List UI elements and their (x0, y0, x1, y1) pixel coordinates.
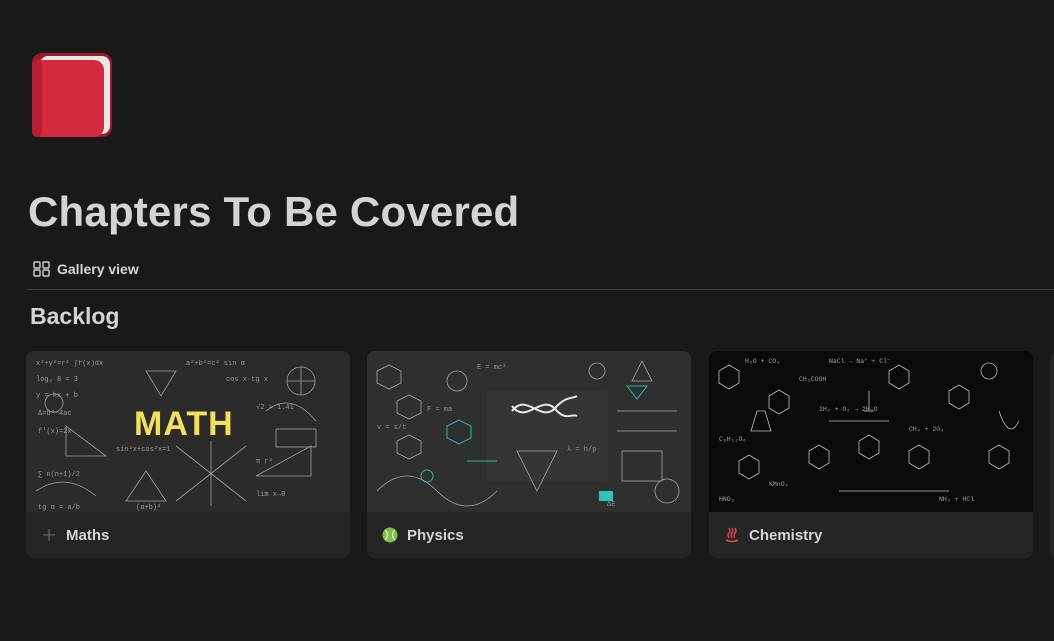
svg-text:F = ma: F = ma (427, 406, 452, 414)
svg-text:∑ n(n+1)/2: ∑ n(n+1)/2 (38, 471, 80, 479)
view-tab-label: Gallery view (57, 261, 139, 277)
svg-text:sin²x+cos²x=1: sin²x+cos²x=1 (116, 446, 171, 454)
svg-text:CH₃COOH: CH₃COOH (799, 376, 826, 383)
card-title: Maths (66, 526, 110, 544)
plus-icon (40, 526, 58, 544)
gallery-cards: x²+y²=r² ∫f(x)dx a²+b²=c² sin α log₂ 8 =… (26, 351, 1054, 558)
svg-text:cos x·tg x: cos x·tg x (226, 376, 268, 384)
svg-text:π r²: π r² (256, 458, 273, 466)
gallery-view-tab[interactable]: Gallery view (33, 258, 139, 280)
page-title: Chapters To Be Covered (28, 188, 520, 235)
next-card-edge[interactable] (1050, 351, 1054, 558)
red-book-icon[interactable] (30, 51, 114, 139)
svg-text:(a+b)²: (a+b)² (136, 504, 161, 512)
card-title: Physics (407, 526, 464, 544)
card-maths[interactable]: x²+y²=r² ∫f(x)dx a²+b²=c² sin α log₂ 8 =… (26, 351, 350, 558)
math-cover-text: MATH (134, 405, 234, 443)
svg-text:C₆H₁₂O₆: C₆H₁₂O₆ (719, 436, 746, 443)
svg-text:λ = h/p: λ = h/p (567, 446, 596, 454)
svg-text:NaCl → Na⁺ + Cl⁻: NaCl → Na⁺ + Cl⁻ (829, 358, 891, 365)
svg-text:HNO₃: HNO₃ (719, 496, 735, 503)
svg-text:ΔE: ΔE (607, 501, 615, 509)
card-chemistry[interactable]: H₂O + CO₂ NaCl → Na⁺ + Cl⁻ CH₃COOH C₆H₁₂… (709, 351, 1033, 558)
hot-springs-icon (723, 526, 741, 544)
maths-cover-image: x²+y²=r² ∫f(x)dx a²+b²=c² sin α log₂ 8 =… (26, 351, 350, 512)
svg-text:tg α = a/b: tg α = a/b (38, 504, 80, 512)
svg-text:a²+b²=c² sin α: a²+b²=c² sin α (186, 360, 245, 368)
svg-text:NH₃ + HCl: NH₃ + HCl (939, 496, 974, 503)
svg-text:Δ=b²−4ac: Δ=b²−4ac (38, 410, 72, 418)
svg-text:lim x→0: lim x→0 (256, 491, 285, 499)
card-physics[interactable]: E = mc² F = ma λ = h/p v = s/t ΔE Physic… (367, 351, 691, 558)
chemistry-cover-image: H₂O + CO₂ NaCl → Na⁺ + Cl⁻ CH₃COOH C₆H₁₂… (709, 351, 1033, 512)
svg-text:f'(x)=2x: f'(x)=2x (38, 428, 72, 436)
svg-text:y = kx + b: y = kx + b (36, 392, 78, 400)
svg-text:log₂ 8 = 3: log₂ 8 = 3 (36, 376, 78, 384)
svg-text:E = mc²: E = mc² (477, 364, 506, 372)
svg-text:KMnO₄: KMnO₄ (769, 481, 789, 488)
svg-text:√2 ≈ 1.41: √2 ≈ 1.41 (256, 403, 294, 412)
svg-text:CH₄ + 2O₂: CH₄ + 2O₂ (909, 426, 944, 433)
card-title: Chemistry (749, 526, 823, 544)
group-title: Backlog (30, 303, 120, 329)
gallery-grid-icon (33, 261, 50, 277)
svg-text:2H₂ + O₂ → 2H₂O: 2H₂ + O₂ → 2H₂O (819, 406, 878, 413)
physics-cover-image: E = mc² F = ma λ = h/p v = s/t ΔE (367, 351, 691, 512)
divider (26, 289, 1054, 290)
svg-text:H₂O + CO₂: H₂O + CO₂ (745, 358, 780, 365)
svg-text:v = s/t: v = s/t (377, 424, 406, 432)
green-ball-icon (381, 526, 399, 544)
svg-text:x²+y²=r² ∫f(x)dx: x²+y²=r² ∫f(x)dx (36, 360, 103, 368)
